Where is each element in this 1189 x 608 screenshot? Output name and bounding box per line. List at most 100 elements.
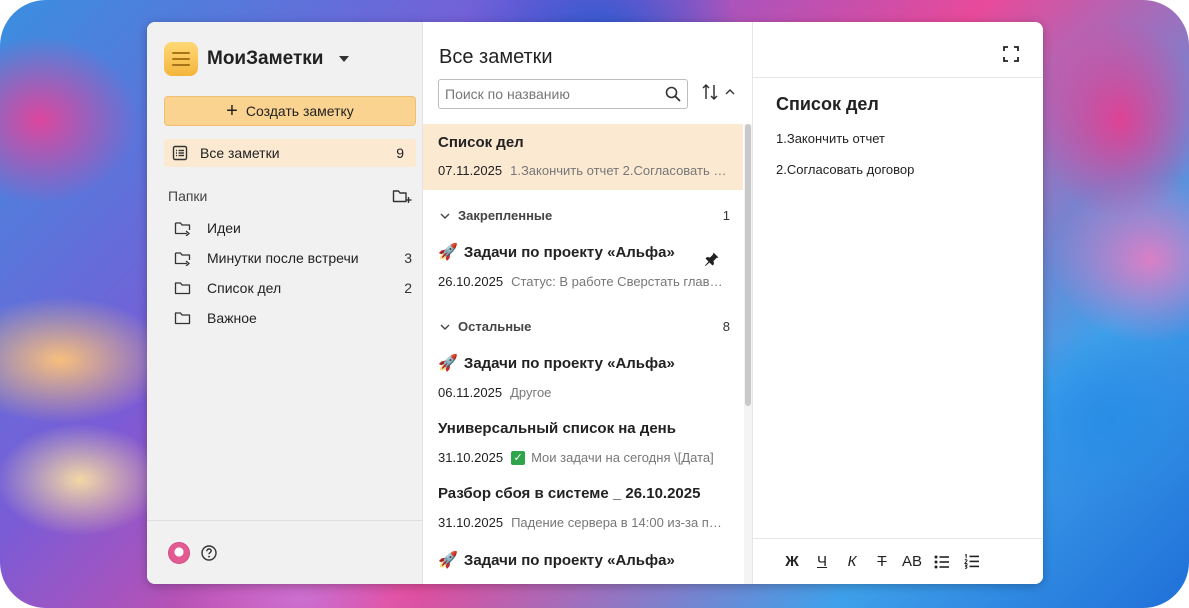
folder-add-icon[interactable] [392,188,412,204]
note-date: 07.11.2025 [438,163,503,178]
strikethrough-button[interactable]: Т [867,547,897,577]
note-title-row: 🚀 Задачи по проекту «Альфа» [438,550,729,570]
group-label: Закрепленные [458,208,553,223]
search-icon[interactable] [665,86,681,102]
note-meta: 31.10.2025 ✓ Мои задачи на сегодня \[Дат… [438,450,729,465]
pinned-group-header[interactable]: Закрепленные 1 [440,208,730,223]
note-title: Задачи по проекту «Альфа» [463,354,675,372]
app-window: МоиЗаметки + Создать заметку Все заметки… [147,22,1043,584]
check-icon: ✓ [511,450,526,465]
note-preview: Статус: В работе Сверстать главную стран… [511,274,729,289]
bold-button[interactable]: Ж [777,547,807,577]
sidebar-item-all-notes[interactable]: Все заметки 9 [164,139,416,167]
note-preview: Падение сервера в 14:00 из-за пика нагру… [511,515,729,530]
note-item[interactable]: 🚀 Задачи по проекту «Альфа» 06.11.2025 Д… [423,353,743,401]
editor-title[interactable]: Список дел [776,94,879,115]
folder-item[interactable]: Идеи [174,216,412,240]
chevron-up-icon [725,89,735,95]
folders-header: Папки [168,188,412,204]
sidebar: МоиЗаметки + Создать заметку Все заметки… [147,22,423,584]
chevron-down-icon [440,324,450,330]
chevron-down-icon [440,213,450,219]
folder-arrow-icon [174,222,191,236]
search-input[interactable] [445,86,655,102]
note-meta: 31.10.2025 Падение сервера в 14:00 из-за… [438,515,729,530]
sort-icon [702,83,718,101]
rocket-icon: 🚀 [438,244,458,261]
note-preview: 1.Закончить отчет 2.Согласовать договор [510,163,729,178]
sort-button[interactable] [701,83,735,101]
sidebar-footer [147,520,422,584]
group-label: Остальные [458,319,532,334]
pin-icon[interactable] [704,251,720,267]
folder-item[interactable]: Список дел 2 [174,276,412,300]
group-count: 8 [722,319,730,334]
notes-list-panel: Все заметки Список дел 07.11.2025 [423,22,753,584]
note-meta: 06.11.2025 Другое [438,385,729,400]
note-meta: 26.10.2025 Статус: В работе Сверстать гл… [438,274,729,289]
bullet-list-icon [934,555,949,568]
italic-button[interactable]: К [837,547,867,577]
note-date: 31.10.2025 [438,450,504,465]
note-title: Задачи по проекту «Альфа» [463,551,675,569]
note-item[interactable]: Разбор сбоя в системе _ 26.10.2025 31.10… [423,485,743,530]
note-editor: Список дел 1.Закончить отчет 2.Согласова… [753,22,1043,584]
note-item-active[interactable]: Список дел 07.11.2025 1.Закончить отчет … [423,124,743,190]
all-notes-count: 9 [396,145,404,161]
scrollbar-thumb[interactable] [745,124,751,406]
note-preview: Мои задачи на сегодня \[Дата] [531,450,714,465]
note-title: Задачи по проекту «Альфа» [463,243,675,261]
help-icon[interactable] [200,544,218,562]
note-title: Универсальный список на день [438,420,676,437]
app-brand[interactable]: МоиЗаметки [164,42,350,76]
folder-icon [174,312,191,325]
folder-item[interactable]: Важное [174,306,412,330]
underline-button[interactable]: Ч [807,547,837,577]
list-title: Все заметки [439,46,553,68]
format-toolbar: Ж Ч К Т АВ [753,538,1043,584]
folder-name: Важное [207,310,257,326]
create-note-label: Создать заметку [245,103,354,119]
search-box [438,79,688,109]
note-date: 06.11.2025 [438,385,503,400]
note-preview: Другое [510,385,552,400]
group-count: 1 [722,208,730,223]
fullscreen-icon[interactable] [1003,46,1019,62]
note-meta: 07.11.2025 1.Закончить отчет 2.Согласова… [438,163,729,178]
note-date: 26.10.2025 [438,274,504,289]
note-item[interactable]: 🚀 Задачи по проекту «Альфа» [423,550,743,570]
note-date: 31.10.2025 [438,515,504,530]
editor-line[interactable]: 2.Согласовать договор [776,162,914,177]
editor-header [753,22,1043,78]
list-icon [172,145,188,161]
folder-item[interactable]: Минутки после встречи 3 [174,246,412,270]
note-item[interactable]: 🚀 Задачи по проекту «Альфа» 26.10.2025 С… [423,242,743,290]
numbered-list-icon [964,554,979,569]
bullet-list-button[interactable] [927,547,957,577]
folder-count: 3 [404,250,412,266]
create-note-button[interactable]: + Создать заметку [164,96,416,126]
rocket-icon: 🚀 [438,355,458,372]
case-button[interactable]: АВ [897,547,927,577]
note-title: Список дел [438,134,524,151]
menu-lines-icon [164,42,198,76]
numbered-list-button[interactable] [957,547,987,577]
note-title-row: 🚀 Задачи по проекту «Альфа» [438,353,729,373]
other-group-header[interactable]: Остальные 8 [440,319,730,334]
folder-count: 2 [404,280,412,296]
folder-name: Идеи [207,220,241,236]
note-title-row: 🚀 Задачи по проекту «Альфа» [438,242,708,262]
note-title: Разбор сбоя в системе _ 26.10.2025 [438,485,701,502]
app-title: МоиЗаметки [207,48,324,69]
rocket-icon: 🚀 [438,552,458,569]
folder-name: Минутки после встречи [207,250,359,266]
editor-line[interactable]: 1.Закончить отчет [776,131,885,146]
all-notes-label: Все заметки [200,145,280,161]
folders-label: Папки [168,188,208,204]
avatar[interactable] [168,541,190,564]
folder-icon [174,282,191,295]
caret-down-icon[interactable] [339,56,350,62]
plus-icon: + [226,100,238,122]
note-item[interactable]: Универсальный список на день 31.10.2025 … [423,420,743,465]
folder-arrow-icon [174,252,191,266]
